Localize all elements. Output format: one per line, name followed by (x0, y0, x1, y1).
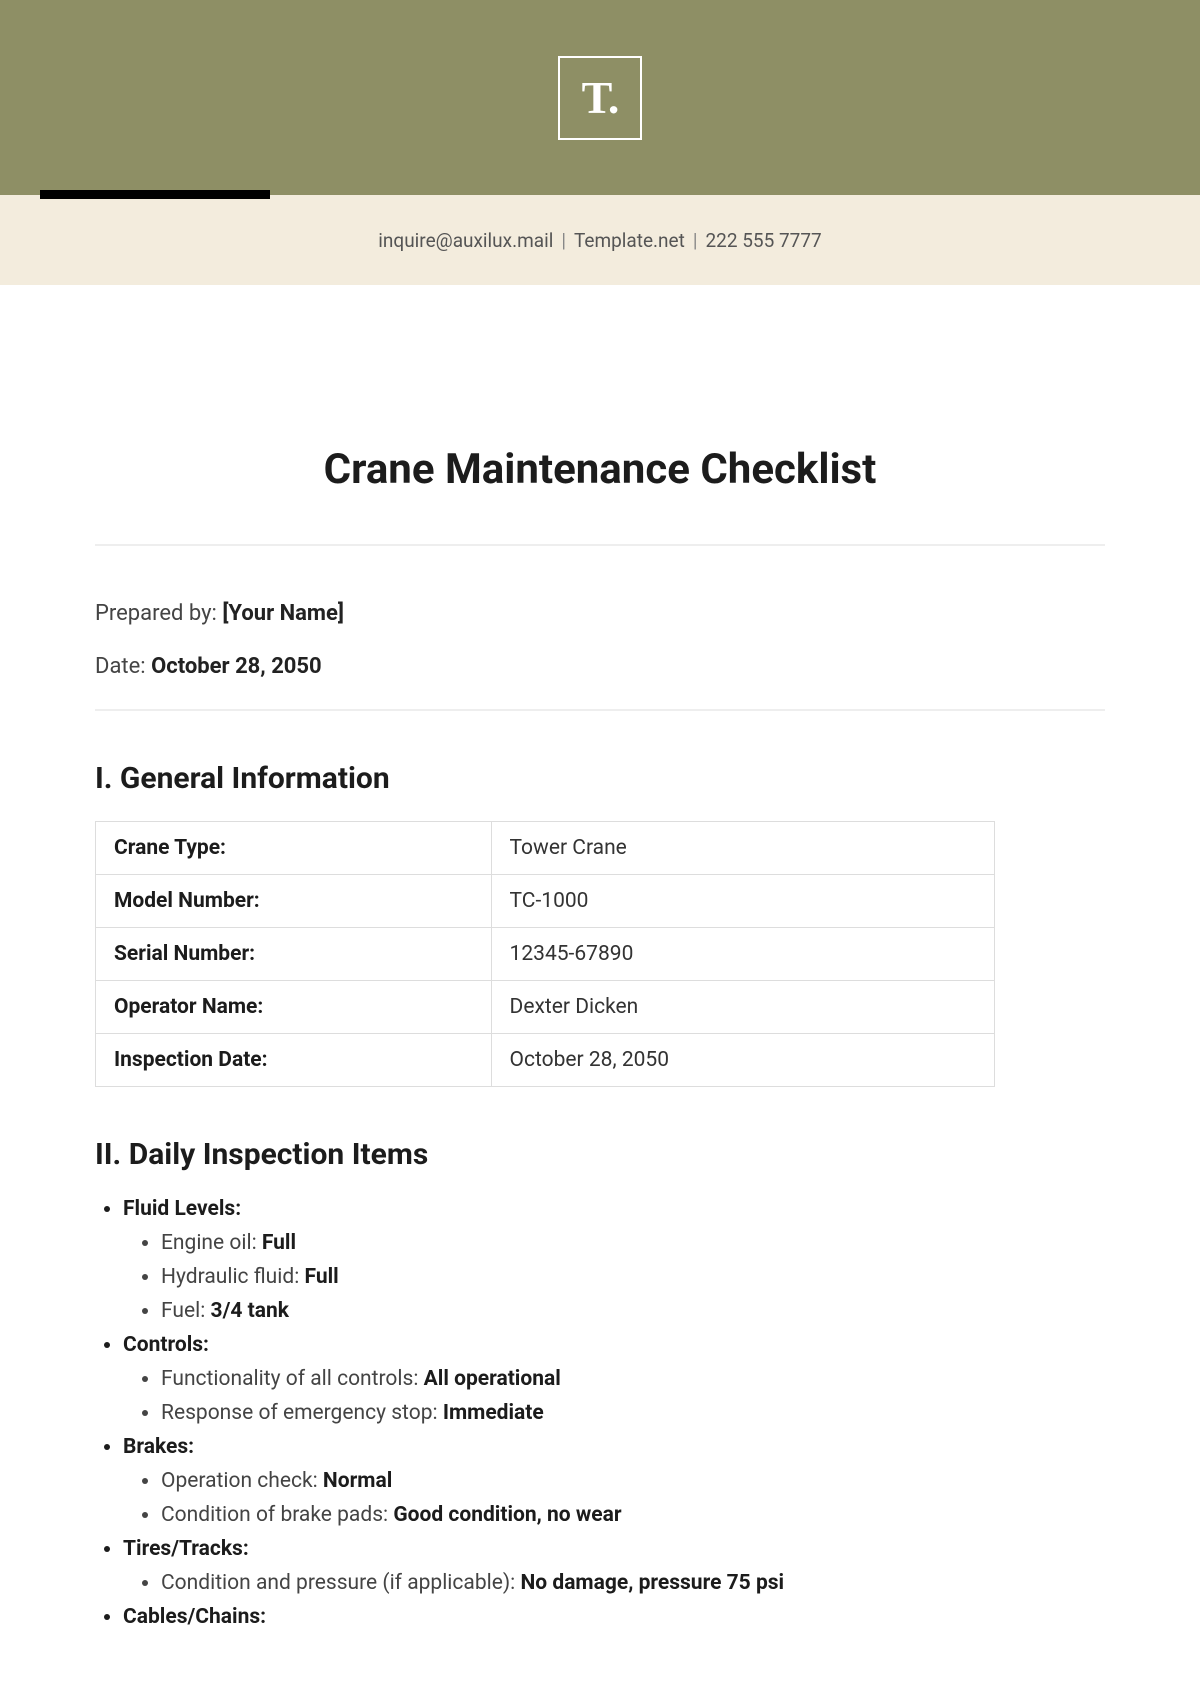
cell-val: 12345-67890 (491, 928, 994, 981)
list-item: Controls: Functionality of all controls:… (123, 1333, 1105, 1425)
sub-list: Operation check: Normal Condition of bra… (123, 1469, 1105, 1527)
sub-value: Good condition, no wear (393, 1503, 621, 1527)
table-row: Crane Type: Tower Crane (96, 822, 995, 875)
cell-key: Inspection Date: (96, 1034, 492, 1087)
logo-box: T. (558, 56, 642, 140)
general-info-table: Crane Type: Tower Crane Model Number: TC… (95, 821, 995, 1087)
sub-label: Condition of brake pads: (161, 1503, 388, 1527)
list-item: Brakes: Operation check: Normal Conditio… (123, 1435, 1105, 1527)
sub-label: Engine oil: (161, 1231, 257, 1255)
list-item: Tires/Tracks: Condition and pressure (if… (123, 1537, 1105, 1595)
contact-site: Template.net (574, 229, 685, 252)
table-row: Inspection Date: October 28, 2050 (96, 1034, 995, 1087)
item-label: Brakes: (123, 1435, 194, 1459)
cell-val: October 28, 2050 (491, 1034, 994, 1087)
section-heading-general: I. General Information (95, 761, 1105, 796)
sub-list: Engine oil: Full Hydraulic fluid: Full F… (123, 1231, 1105, 1323)
accent-bar (40, 190, 270, 199)
sub-item: Fuel: 3/4 tank (161, 1299, 1105, 1323)
header-contact-bar: inquire@auxilux.mail | Template.net | 22… (0, 195, 1200, 285)
cell-key: Operator Name: (96, 981, 492, 1034)
divider (95, 544, 1105, 546)
cell-key: Model Number: (96, 875, 492, 928)
list-item: Fluid Levels: Engine oil: Full Hydraulic… (123, 1197, 1105, 1323)
sub-value: Normal (323, 1469, 392, 1493)
prepared-by-value: [Your Name] (222, 601, 344, 626)
sub-list: Functionality of all controls: All opera… (123, 1367, 1105, 1425)
sub-label: Operation check: (161, 1469, 318, 1493)
document-body: Crane Maintenance Checklist Prepared by:… (0, 445, 1200, 1629)
separator: | (561, 229, 566, 252)
separator: | (693, 229, 698, 252)
table-row: Model Number: TC-1000 (96, 875, 995, 928)
divider (95, 709, 1105, 711)
item-label: Controls: (123, 1333, 209, 1357)
logo-icon: T. (582, 71, 619, 124)
sub-label: Response of emergency stop: (161, 1401, 438, 1425)
item-label: Cables/Chains: (123, 1605, 266, 1629)
prepared-by-label: Prepared by: (95, 601, 217, 626)
sub-value: Immediate (443, 1401, 544, 1425)
sub-value: Full (305, 1265, 339, 1289)
sub-item: Operation check: Normal (161, 1469, 1105, 1493)
table-row: Serial Number: 12345-67890 (96, 928, 995, 981)
page-title: Crane Maintenance Checklist (95, 445, 1105, 494)
inspection-list: Fluid Levels: Engine oil: Full Hydraulic… (95, 1197, 1105, 1629)
sub-label: Functionality of all controls: (161, 1367, 418, 1391)
sub-item: Functionality of all controls: All opera… (161, 1367, 1105, 1391)
date-value: October 28, 2050 (151, 654, 322, 679)
cell-key: Crane Type: (96, 822, 492, 875)
sub-value: 3/4 tank (211, 1299, 289, 1323)
sub-value: Full (262, 1231, 296, 1255)
cell-val: TC-1000 (491, 875, 994, 928)
date-label: Date: (95, 654, 146, 679)
sub-item: Hydraulic fluid: Full (161, 1265, 1105, 1289)
sub-value: All operational (424, 1367, 561, 1391)
sub-item: Condition of brake pads: Good condition,… (161, 1503, 1105, 1527)
sub-label: Condition and pressure (if applicable): (161, 1571, 515, 1595)
item-label: Tires/Tracks: (123, 1537, 249, 1561)
list-item: Cables/Chains: (123, 1605, 1105, 1629)
item-label: Fluid Levels: (123, 1197, 241, 1221)
sub-item: Response of emergency stop: Immediate (161, 1401, 1105, 1425)
contact-phone: 222 555 7777 (705, 229, 821, 252)
header-banner: T. (0, 0, 1200, 195)
prepared-by-line: Prepared by: [Your Name] (95, 601, 1105, 626)
sub-value: No damage, pressure 75 psi (520, 1571, 784, 1595)
date-line: Date: October 28, 2050 (95, 654, 1105, 679)
cell-val: Dexter Dicken (491, 981, 994, 1034)
sub-list: Condition and pressure (if applicable): … (123, 1571, 1105, 1595)
cell-key: Serial Number: (96, 928, 492, 981)
sub-item: Engine oil: Full (161, 1231, 1105, 1255)
cell-val: Tower Crane (491, 822, 994, 875)
section-heading-daily: II. Daily Inspection Items (95, 1137, 1105, 1172)
sub-label: Fuel: (161, 1299, 205, 1323)
sub-label: Hydraulic fluid: (161, 1265, 299, 1289)
table-row: Operator Name: Dexter Dicken (96, 981, 995, 1034)
contact-email: inquire@auxilux.mail (378, 229, 553, 252)
sub-item: Condition and pressure (if applicable): … (161, 1571, 1105, 1595)
